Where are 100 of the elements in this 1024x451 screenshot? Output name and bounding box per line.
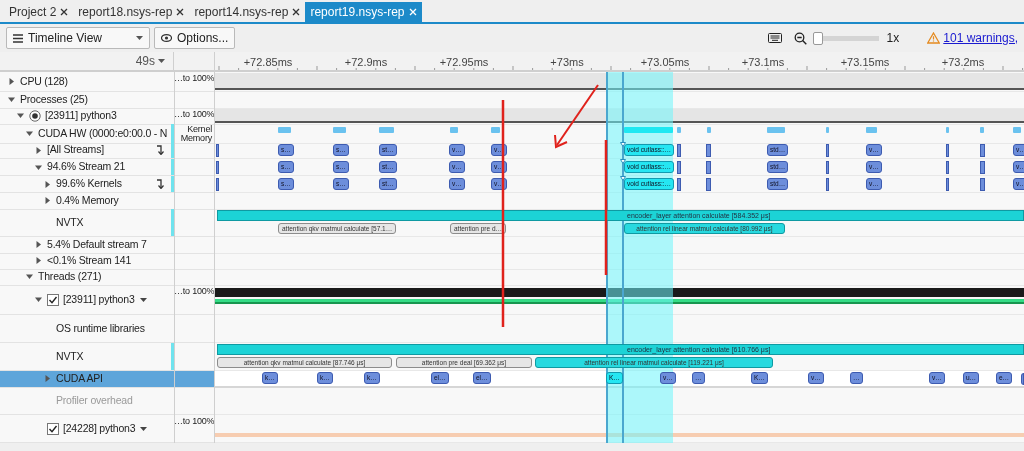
cursor-marker-icon xyxy=(620,159,626,164)
kernel-mark xyxy=(677,178,681,191)
tree-item-label[interactable]: Processes (25) xyxy=(20,92,88,108)
checkbox[interactable] xyxy=(47,422,59,435)
caret-icon[interactable] xyxy=(139,297,147,302)
cursor-line[interactable] xyxy=(606,72,608,443)
tree-item-label[interactable]: NVTX xyxy=(56,214,84,231)
tree-item-label[interactable]: 99.6% Kernels xyxy=(56,176,122,192)
caret-icon[interactable] xyxy=(44,180,51,188)
tree-item-label[interactable]: 5.4% Default stream 7 xyxy=(47,237,147,253)
tree-item-label[interactable]: <0.1% Stream 141 xyxy=(47,253,132,269)
options-button[interactable]: Options... xyxy=(154,27,236,49)
close-icon[interactable] xyxy=(60,8,69,16)
checkbox[interactable] xyxy=(47,293,59,306)
tree-item-label[interactable]: CPU (128) xyxy=(20,73,68,90)
tree-item-label[interactable]: 0.4% Memory xyxy=(56,193,119,209)
kernel-mark xyxy=(706,144,711,157)
tree-item-label[interactable]: OS runtime libraries xyxy=(56,320,145,337)
kernel-mark xyxy=(980,161,985,174)
warning-icon xyxy=(927,32,941,44)
caret-icon[interactable] xyxy=(35,241,42,249)
activity-mark xyxy=(379,127,394,133)
close-icon[interactable] xyxy=(292,8,301,16)
legend-label: Memory xyxy=(179,134,212,143)
eye-icon xyxy=(161,34,172,42)
legend-label: Kernel xyxy=(186,125,212,134)
tick-label: +73ms xyxy=(550,55,584,70)
tree-item-label[interactable]: [23911] python3 xyxy=(45,108,117,124)
tree-item-label[interactable]: [23911] python3 xyxy=(63,291,135,308)
caret-icon xyxy=(136,36,143,40)
api-call-mark xyxy=(1021,373,1024,385)
activity-mark xyxy=(946,127,949,133)
scale-label: …to 100% xyxy=(174,285,212,296)
radio-icon[interactable] xyxy=(29,109,41,122)
tree-item-label[interactable]: [24228] python3 xyxy=(63,420,136,437)
tab[interactable]: report19.nsys-rep xyxy=(305,2,422,22)
caret-icon[interactable] xyxy=(35,146,42,154)
stack-toggle-icon[interactable] xyxy=(156,179,165,189)
kernel-mark xyxy=(946,161,949,174)
tick-label: +73.05ms xyxy=(640,55,690,70)
caret-icon[interactable] xyxy=(26,130,33,137)
tree-item-label[interactable]: CUDA API xyxy=(56,371,103,387)
kernel-mark xyxy=(826,144,829,157)
tick-label: +73.15ms xyxy=(840,55,890,70)
menu-icon xyxy=(13,33,23,43)
kernel-mark xyxy=(706,161,711,174)
tree-item-label[interactable]: Threads (271) xyxy=(38,269,102,285)
tree-item-label[interactable]: NVTX xyxy=(56,348,84,365)
activity-mark xyxy=(677,127,681,133)
caret-icon[interactable] xyxy=(35,296,42,303)
tree-item-label[interactable]: CUDA HW (0000:e0:00.0 - N xyxy=(38,125,168,142)
kernel-mark xyxy=(216,178,219,191)
close-icon[interactable] xyxy=(176,8,185,16)
activity-mark xyxy=(866,127,877,133)
activity-mark xyxy=(624,127,673,133)
kernel-mark xyxy=(706,178,711,191)
tab[interactable]: report14.nsys-rep xyxy=(189,2,306,22)
keyboard-icon[interactable] xyxy=(767,33,782,43)
activity-mark xyxy=(980,127,984,133)
time-range-label[interactable]: 49s xyxy=(135,52,155,70)
view-dropdown[interactable]: Timeline View xyxy=(6,27,150,49)
caret-icon[interactable] xyxy=(44,197,51,205)
kernel-mark xyxy=(946,144,949,157)
zoom-reading: 1x xyxy=(886,30,900,47)
caret-icon[interactable] xyxy=(35,257,42,265)
kernel-mark xyxy=(216,144,219,157)
caret-icon[interactable] xyxy=(17,112,24,120)
scale-label: …to 100% xyxy=(174,72,212,83)
kernel-mark xyxy=(980,178,985,191)
tab[interactable]: Project 2 xyxy=(4,2,74,22)
activity-mark xyxy=(450,127,458,133)
kernel-mark xyxy=(826,178,829,191)
caret-icon[interactable] xyxy=(158,59,165,63)
tick-label: +72.9ms xyxy=(344,55,388,70)
cursor-marker-icon xyxy=(620,176,626,181)
kernel-mark xyxy=(980,144,985,157)
zoom-slider-thumb[interactable] xyxy=(812,31,823,45)
kernel-mark xyxy=(677,161,681,174)
tick-label: +73.1ms xyxy=(741,55,785,70)
caret-icon[interactable] xyxy=(35,163,42,171)
stack-toggle-icon[interactable] xyxy=(156,145,165,155)
annotation-arrow xyxy=(554,84,599,149)
kernel-mark xyxy=(216,161,219,174)
selected-row-highlight[interactable] xyxy=(0,371,215,387)
caret-icon[interactable] xyxy=(8,78,15,85)
tree-item-label[interactable]: [All Streams] xyxy=(47,142,104,158)
activity-mark xyxy=(826,127,829,133)
tab[interactable]: report18.nsys-rep xyxy=(73,2,190,22)
tree-item-label[interactable]: 94.6% Stream 21 xyxy=(47,159,126,175)
caret-icon[interactable] xyxy=(8,96,15,104)
caret-icon[interactable] xyxy=(26,273,33,281)
warnings-link[interactable]: 101 warnings, xyxy=(943,29,1018,47)
cursor-marker-icon xyxy=(620,142,626,147)
tick-label: +72.85ms xyxy=(243,55,293,70)
zoom-out-icon[interactable] xyxy=(793,31,807,45)
kernel-mark xyxy=(946,178,949,191)
activity-mark xyxy=(278,127,291,133)
caret-icon[interactable] xyxy=(140,426,148,431)
activity-mark xyxy=(707,127,711,133)
tick-label: +72.95ms xyxy=(439,55,489,70)
